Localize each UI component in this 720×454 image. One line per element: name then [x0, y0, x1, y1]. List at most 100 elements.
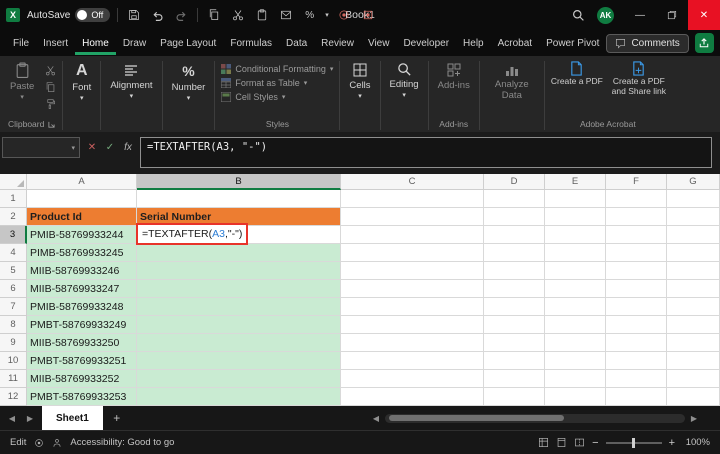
cell-A6[interactable]: MIIB-58769933247: [27, 280, 137, 298]
cell-A3[interactable]: PMIB-58769933244: [27, 226, 137, 244]
horizontal-scrollbar[interactable]: ◀ ▶: [370, 414, 700, 423]
row-header-9[interactable]: 9: [0, 334, 27, 352]
tab-help[interactable]: Help: [456, 32, 491, 55]
cell-A12[interactable]: PMBT-58769933253: [27, 388, 137, 406]
cell-C12[interactable]: [341, 388, 484, 406]
copy-icon[interactable]: [42, 80, 58, 94]
restore-button[interactable]: [656, 0, 688, 30]
row-header-1[interactable]: 1: [0, 190, 27, 208]
undo-icon[interactable]: [149, 7, 166, 24]
cell-A8[interactable]: PMBT-58769933249: [27, 316, 137, 334]
format-painter-icon[interactable]: [42, 97, 58, 111]
cell-C11[interactable]: [341, 370, 484, 388]
cell-E11[interactable]: [545, 370, 606, 388]
addins-button[interactable]: Add-ins: [433, 59, 475, 94]
cell-E7[interactable]: [545, 298, 606, 316]
search-icon[interactable]: [570, 7, 587, 24]
cut-icon[interactable]: [229, 7, 246, 24]
cell-E8[interactable]: [545, 316, 606, 334]
enter-icon[interactable]: ✓: [102, 142, 118, 153]
cell-B5[interactable]: [137, 262, 341, 280]
column-header-B[interactable]: B: [137, 174, 341, 190]
cell-B7[interactable]: [137, 298, 341, 316]
normal-view-icon[interactable]: [538, 437, 549, 448]
cell-G7[interactable]: [667, 298, 720, 316]
cell-B3[interactable]: =TEXTAFTER(A3,"-"): [137, 226, 341, 244]
cell-A7[interactable]: PMIB-58769933248: [27, 298, 137, 316]
stop-recording-icon[interactable]: [360, 7, 377, 24]
tab-formulas[interactable]: Formulas: [223, 32, 279, 55]
scrollbar-track[interactable]: [385, 414, 685, 423]
tab-acrobat[interactable]: Acrobat: [491, 32, 539, 55]
accessibility-icon[interactable]: [52, 438, 62, 448]
cell-F11[interactable]: [606, 370, 667, 388]
cell-B9[interactable]: [137, 334, 341, 352]
accessibility-status[interactable]: Accessibility: Good to go: [70, 437, 174, 448]
cell-D5[interactable]: [484, 262, 545, 280]
cell-D1[interactable]: [484, 190, 545, 208]
clipboard-icon[interactable]: [253, 7, 270, 24]
cell-A5[interactable]: MIIB-58769933246: [27, 262, 137, 280]
cell-A1[interactable]: [27, 190, 137, 208]
cell-A11[interactable]: MIIB-58769933252: [27, 370, 137, 388]
mail-icon[interactable]: [277, 7, 294, 24]
cell-F4[interactable]: [606, 244, 667, 262]
tab-developer[interactable]: Developer: [396, 32, 456, 55]
zoom-in-button[interactable]: +: [669, 437, 675, 449]
zoom-out-button[interactable]: −: [592, 437, 598, 449]
cell-B4[interactable]: [137, 244, 341, 262]
alignment-button[interactable]: Alignment ▾: [105, 59, 157, 103]
cell-C3[interactable]: [341, 226, 484, 244]
zoom-slider[interactable]: [606, 442, 662, 444]
name-box[interactable]: ▾: [2, 137, 80, 158]
row-header-8[interactable]: 8: [0, 316, 27, 334]
cell-C4[interactable]: [341, 244, 484, 262]
cell-E2[interactable]: [545, 208, 606, 226]
insert-function-icon[interactable]: fx: [120, 142, 136, 153]
column-header-A[interactable]: A: [27, 174, 137, 190]
cell-E10[interactable]: [545, 352, 606, 370]
cell-C7[interactable]: [341, 298, 484, 316]
cell-G2[interactable]: [667, 208, 720, 226]
autosave-control[interactable]: AutoSave Off: [27, 8, 110, 22]
cell-G5[interactable]: [667, 262, 720, 280]
analyze-data-button[interactable]: Analyze Data: [484, 59, 540, 105]
column-header-C[interactable]: C: [341, 174, 484, 190]
sheet-tab-sheet1[interactable]: Sheet1: [42, 406, 103, 430]
cell-G6[interactable]: [667, 280, 720, 298]
cell-F5[interactable]: [606, 262, 667, 280]
tab-view[interactable]: View: [361, 32, 397, 55]
cell-D8[interactable]: [484, 316, 545, 334]
cell-C2[interactable]: [341, 208, 484, 226]
cell-A9[interactable]: MIIB-58769933250: [27, 334, 137, 352]
cell-B12[interactable]: [137, 388, 341, 406]
sheet-nav-left-icon[interactable]: ◀: [6, 414, 18, 423]
row-header-3[interactable]: 3: [0, 226, 27, 244]
minimize-button[interactable]: —: [624, 0, 656, 30]
paste-button[interactable]: Paste ▾: [5, 59, 39, 104]
cell-E12[interactable]: [545, 388, 606, 406]
copy-icon[interactable]: [205, 7, 222, 24]
select-all-corner[interactable]: [0, 174, 27, 190]
scroll-left-icon[interactable]: ◀: [370, 414, 382, 423]
tab-draw[interactable]: Draw: [116, 32, 153, 55]
page-layout-view-icon[interactable]: [556, 437, 567, 448]
cell-D11[interactable]: [484, 370, 545, 388]
cell-F2[interactable]: [606, 208, 667, 226]
percent-icon[interactable]: %: [301, 7, 318, 24]
cell-F10[interactable]: [606, 352, 667, 370]
tab-power-pivot[interactable]: Power Pivot: [539, 32, 606, 55]
column-header-D[interactable]: D: [484, 174, 545, 190]
row-header-2[interactable]: 2: [0, 208, 27, 226]
column-header-F[interactable]: F: [606, 174, 667, 190]
tab-home[interactable]: Home: [75, 32, 116, 55]
close-button[interactable]: ✕: [688, 0, 720, 30]
cell-F9[interactable]: [606, 334, 667, 352]
cell-C9[interactable]: [341, 334, 484, 352]
user-avatar[interactable]: AK: [597, 7, 614, 24]
cell-E6[interactable]: [545, 280, 606, 298]
row-header-5[interactable]: 5: [0, 262, 27, 280]
cancel-icon[interactable]: ✕: [84, 142, 100, 153]
zoom-slider-thumb[interactable]: [632, 438, 635, 448]
cell-E3[interactable]: [545, 226, 606, 244]
